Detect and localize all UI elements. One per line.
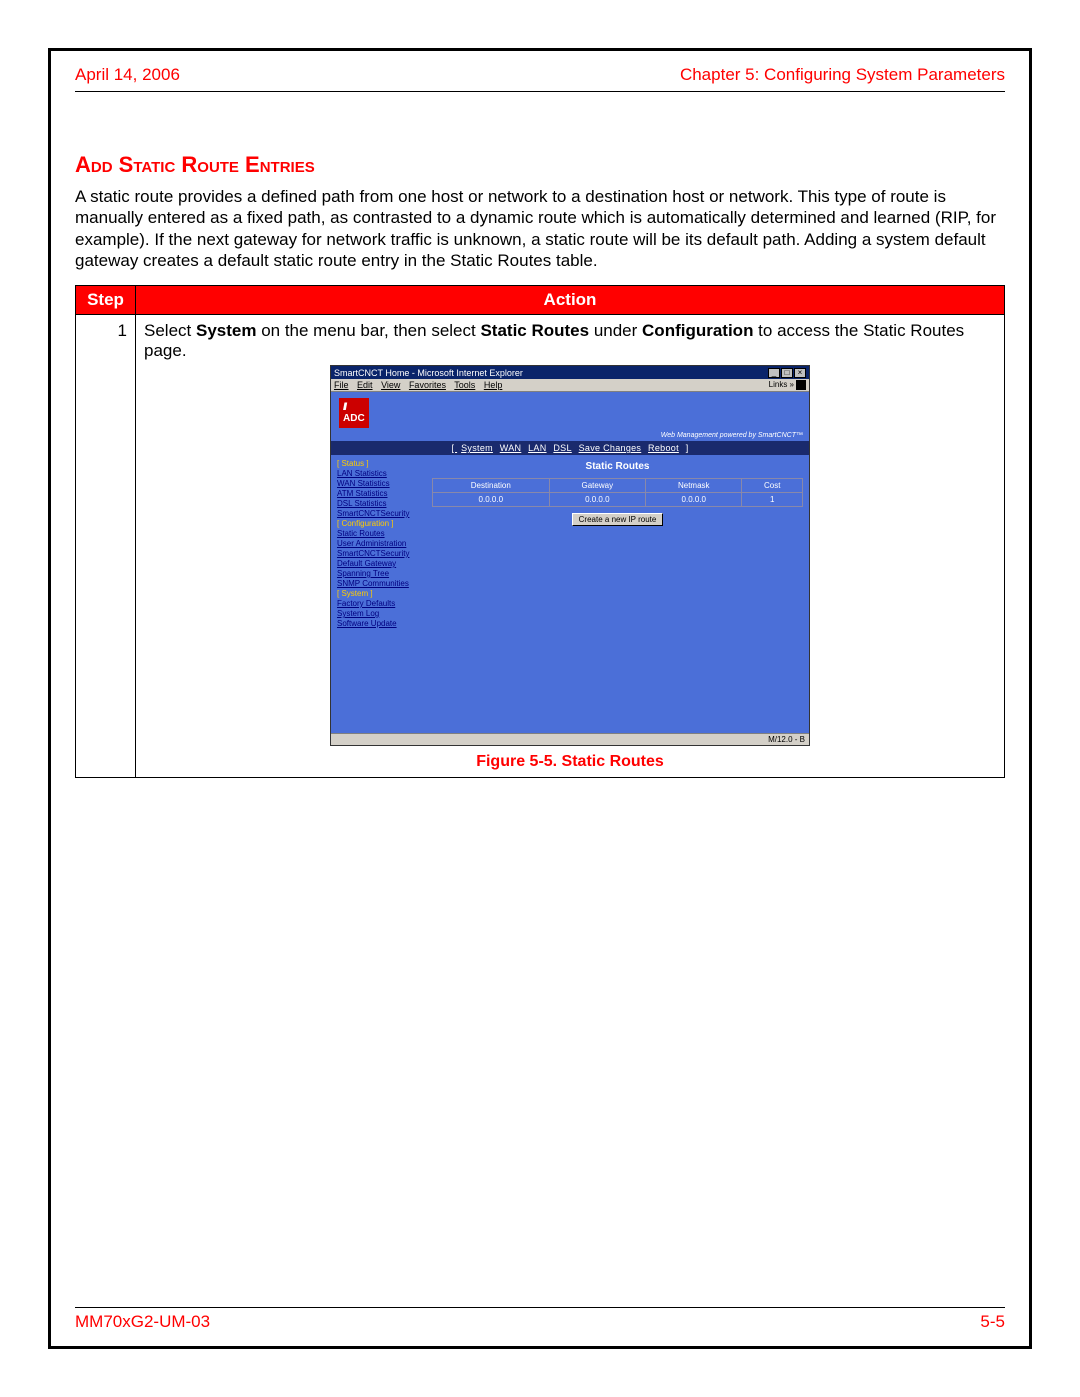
minimize-icon[interactable]: _ [768, 368, 780, 378]
sidebar-snmp-communities[interactable]: SNMP Communities [337, 579, 422, 588]
sidebar-factory-defaults[interactable]: Factory Defaults [337, 599, 422, 608]
routes-hdr-gateway: Gateway [549, 479, 645, 493]
window-title: SmartCNCT Home - Microsoft Internet Expl… [334, 368, 523, 378]
cell-destination: 0.0.0.0 [433, 493, 550, 507]
menu-view[interactable]: View [381, 380, 400, 390]
header-date: April 14, 2006 [75, 65, 180, 85]
sidebar-smartcnct-security-2[interactable]: SmartCNCTSecurity [337, 549, 422, 558]
step-action-cell: Select System on the menu bar, then sele… [136, 315, 1005, 778]
nav-reboot[interactable]: Reboot [648, 443, 679, 453]
page-header: April 14, 2006 Chapter 5: Configuring Sy… [75, 65, 1005, 92]
nav-savechanges[interactable]: Save Changes [579, 443, 642, 453]
tagline: Web Management powered by SmartCNCT™ [331, 432, 809, 441]
page-footer: MM70xG2-UM-03 5-5 [75, 1307, 1005, 1332]
col-step: Step [76, 286, 136, 315]
ie-links[interactable]: Links » [769, 380, 806, 390]
table-row[interactable]: 0.0.0.0 0.0.0.0 0.0.0.0 1 [433, 493, 803, 507]
sidebar-user-admin[interactable]: User Administration [337, 539, 422, 548]
routes-table: Destination Gateway Netmask Cost 0.0.0.0 [432, 478, 803, 507]
sidebar-default-gateway[interactable]: Default Gateway [337, 559, 422, 568]
maximize-icon[interactable]: □ [781, 368, 793, 378]
sidebar-smartcnct-security[interactable]: SmartCNCTSecurity [337, 509, 422, 518]
sidebar-atm-statistics[interactable]: ATM Statistics [337, 489, 422, 498]
sidebar: [ Status ] LAN Statistics WAN Statistics… [331, 455, 426, 633]
figure-caption: Figure 5-5. Static Routes [144, 753, 996, 771]
sidebar-system-header: [ System ] [337, 589, 422, 598]
footer-docid: MM70xG2-UM-03 [75, 1312, 210, 1332]
sidebar-wan-statistics[interactable]: WAN Statistics [337, 479, 422, 488]
menu-help[interactable]: Help [484, 380, 503, 390]
nav-system[interactable]: System [461, 443, 493, 453]
routes-hdr-destination: Destination [433, 479, 550, 493]
nav-lan[interactable]: LAN [528, 443, 546, 453]
nav-dsl[interactable]: DSL [553, 443, 571, 453]
col-action: Action [136, 286, 1005, 315]
header-chapter: Chapter 5: Configuring System Parameters [680, 65, 1005, 85]
sidebar-software-update[interactable]: Software Update [337, 619, 422, 628]
action-text: Select System on the menu bar, then sele… [144, 321, 964, 360]
routes-hdr-netmask: Netmask [646, 479, 742, 493]
sidebar-spanning-tree[interactable]: Spanning Tree [337, 569, 422, 578]
panel-title: Static Routes [432, 461, 803, 472]
step-number: 1 [76, 315, 136, 778]
section-body: A static route provides a defined path f… [75, 186, 1005, 271]
window-controls[interactable]: _□× [767, 367, 806, 378]
sidebar-dsl-statistics[interactable]: DSL Statistics [337, 499, 422, 508]
cell-gateway: 0.0.0.0 [549, 493, 645, 507]
step-table: Step Action 1 Select System on the menu … [75, 285, 1005, 778]
cell-netmask: 0.0.0.0 [646, 493, 742, 507]
ie-menubar[interactable]: File Edit View Favorites Tools Help Link… [331, 379, 809, 392]
routes-hdr-cost: Cost [742, 479, 803, 493]
links-dropdown-icon[interactable] [796, 380, 806, 390]
top-nav: [ System WAN LAN DSL Save Changes Reboot… [331, 441, 809, 455]
close-icon[interactable]: × [794, 368, 806, 378]
window-titlebar: SmartCNCT Home - Microsoft Internet Expl… [331, 366, 809, 379]
sidebar-lan-statistics[interactable]: LAN Statistics [337, 469, 422, 478]
menu-file[interactable]: File [334, 380, 349, 390]
menu-tools[interactable]: Tools [454, 380, 475, 390]
nav-wan[interactable]: WAN [500, 443, 522, 453]
create-ip-route-button[interactable]: Create a new IP route [572, 513, 664, 526]
section-title: Add Static Route Entries [75, 152, 1005, 178]
sidebar-static-routes[interactable]: Static Routes [337, 529, 422, 538]
adc-logo: ///ADC [339, 398, 369, 428]
ie-statusbar: M/12.0 - B [331, 733, 809, 745]
cell-cost: 1 [742, 493, 803, 507]
sidebar-status-header: [ Status ] [337, 459, 422, 468]
sidebar-system-log[interactable]: System Log [337, 609, 422, 618]
footer-pagenum: 5-5 [980, 1312, 1005, 1332]
sidebar-config-header: [ Configuration ] [337, 519, 422, 528]
menu-favorites[interactable]: Favorites [409, 380, 446, 390]
menu-edit[interactable]: Edit [357, 380, 373, 390]
browser-screenshot: SmartCNCT Home - Microsoft Internet Expl… [330, 365, 810, 746]
